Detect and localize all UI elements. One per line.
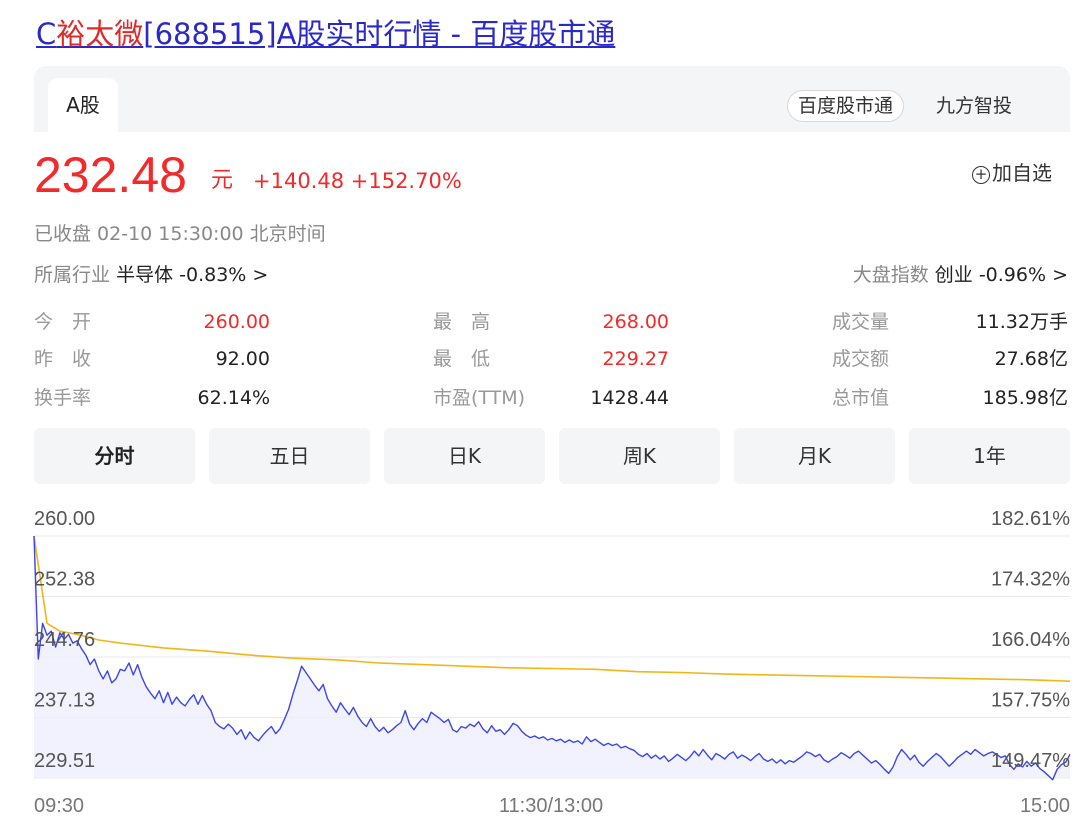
stat-label: 换手率 <box>34 387 92 409</box>
index-label: 大盘指数 <box>852 264 929 286</box>
y-tick-label-right: 182.61% <box>991 508 1070 530</box>
stat-value: 92.00 <box>215 348 270 370</box>
tab-monthly-k[interactable]: 月K <box>734 428 895 484</box>
price-area <box>34 536 1070 780</box>
stat-value: 185.98亿 <box>982 387 1068 409</box>
stat-label: 成交量 <box>832 311 890 333</box>
y-tick-label-left: 237.13 <box>34 690 95 712</box>
y-tick-label-left: 252.38 <box>34 569 95 591</box>
tab-daily-k[interactable]: 日K <box>384 428 545 484</box>
stat-label: 成交额 <box>832 348 890 370</box>
index-change: -0.96% <box>978 264 1047 286</box>
intraday-chart[interactable]: 260.00 182.61% 252.38 174.32% 244.76 166.04% 2… <box>0 490 1080 825</box>
quote-card-header <box>34 66 1070 132</box>
stat-value: 260.00 <box>203 311 270 333</box>
y-tick-label-right: 174.32% <box>991 569 1070 591</box>
market-index-link[interactable]: 大盘指数 创业 -0.96% > <box>853 260 1068 290</box>
industry-name: 半导体 <box>116 264 174 286</box>
stat-label: 今 开 <box>34 311 92 333</box>
industry-change: -0.83% <box>179 264 247 286</box>
watch-label: 加自选 <box>992 161 1052 185</box>
source-badge[interactable]: 百度股市通 <box>787 90 905 122</box>
stat-label: 昨 收 <box>34 348 92 370</box>
market-status: 已收盘 02-10 15:30:00 北京时间 <box>34 223 326 245</box>
stat-value: 27.68亿 <box>994 348 1068 370</box>
y-tick-label-right: 149.47% <box>991 750 1070 772</box>
period-tabs: 分时 五日 日K 周K 月K 1年 <box>34 428 1070 484</box>
stat-value: 268.00 <box>602 311 669 333</box>
y-tick-label-left: 260.00 <box>34 508 95 530</box>
tab-a-share[interactable]: A股 <box>48 78 118 134</box>
stat-label: 市盈(TTM) <box>433 387 526 409</box>
industry-link[interactable]: 所属行业 半导体 -0.83% > <box>34 260 268 290</box>
title-suffix[interactable]: [688515]A股实时行情 - 百度股市通 <box>143 17 615 51</box>
x-tick-label: 15:00 <box>1020 795 1070 817</box>
chevron-right-icon: > <box>252 264 269 286</box>
title-prefix[interactable]: C <box>36 17 56 51</box>
plus-circle-icon: + <box>972 166 990 184</box>
chevron-right-icon: > <box>1052 264 1068 286</box>
page-title-link[interactable]: C裕太微[688515]A股实时行情 - 百度股市通 <box>36 14 615 54</box>
y-tick-label-left: 229.51 <box>34 750 95 772</box>
title-highlight[interactable]: 裕太微 <box>56 17 143 51</box>
tab-one-year[interactable]: 1年 <box>909 428 1070 484</box>
index-name: 创业 <box>934 264 973 286</box>
x-tick-label: 11:30/13:00 <box>499 795 603 817</box>
industry-label: 所属行业 <box>34 264 111 286</box>
current-price: 232.48 <box>34 147 187 203</box>
price-unit: 元 <box>211 168 234 193</box>
stat-label: 总市值 <box>832 387 890 409</box>
add-to-watchlist-button[interactable]: + 加自选 <box>972 158 1052 188</box>
x-tick-label: 09:30 <box>34 795 84 817</box>
partner-link[interactable]: 九方智投 <box>936 90 1012 122</box>
stat-value: 11.32万手 <box>975 311 1068 333</box>
stat-value: 229.27 <box>602 348 669 370</box>
tab-fenshi[interactable]: 分时 <box>34 428 195 484</box>
stat-label: 最 高 <box>433 311 491 333</box>
stat-value: 1428.44 <box>590 387 669 409</box>
price-change: +140.48 +152.70% <box>253 169 462 193</box>
stat-label: 最 低 <box>433 348 491 370</box>
average-price-line <box>33 535 1071 682</box>
tab-weekly-k[interactable]: 周K <box>559 428 720 484</box>
y-tick-label-right: 166.04% <box>991 629 1070 651</box>
y-tick-label-left: 244.76 <box>34 629 95 651</box>
tab-five-day[interactable]: 五日 <box>209 428 370 484</box>
stat-value: 62.14% <box>197 387 270 409</box>
y-tick-label-right: 157.75% <box>991 690 1070 712</box>
